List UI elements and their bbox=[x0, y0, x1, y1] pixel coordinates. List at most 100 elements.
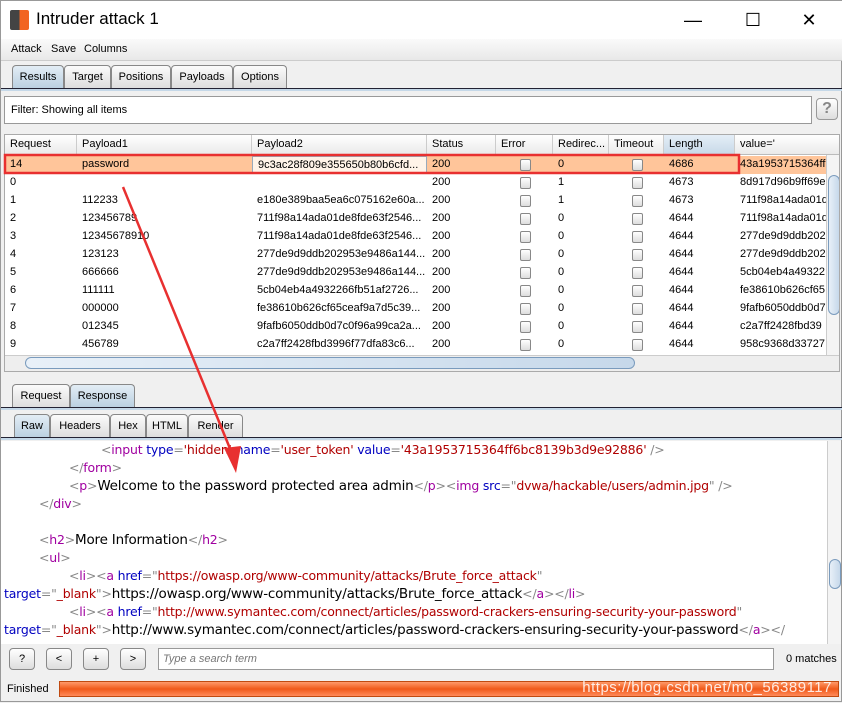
code-token: target bbox=[4, 586, 41, 601]
tab-request[interactable]: Request bbox=[12, 384, 70, 408]
close-button[interactable]: ✕ bbox=[789, 7, 829, 33]
tab-positions[interactable]: Positions bbox=[111, 65, 171, 89]
response-vertical-scrollbar[interactable] bbox=[827, 441, 841, 644]
code-token: div bbox=[53, 496, 72, 511]
tab-html[interactable]: HTML bbox=[146, 414, 188, 438]
scroll-thumb[interactable] bbox=[828, 175, 839, 315]
checkbox[interactable] bbox=[519, 249, 531, 261]
search-prev-button[interactable]: < bbox=[46, 648, 72, 670]
table-vertical-scrollbar[interactable] bbox=[826, 155, 839, 355]
checkbox[interactable] bbox=[519, 159, 531, 171]
tab-hex[interactable]: Hex bbox=[110, 414, 146, 438]
table-row[interactable]: 8 012345 9fafb6050ddb0d7c0f96a99ca2a... 200… bbox=[5, 318, 827, 336]
search-help-button[interactable]: ? bbox=[9, 648, 35, 670]
tab-results[interactable]: Results bbox=[12, 65, 64, 89]
column-header[interactable]: Length bbox=[664, 135, 735, 155]
checkbox[interactable] bbox=[631, 213, 643, 225]
column-header[interactable]: Payload2 bbox=[252, 135, 427, 155]
column-header[interactable]: Request bbox=[5, 135, 77, 155]
table-row[interactable]: 0 200 1 4673 8d917d96b9ff69e bbox=[5, 174, 827, 192]
response-scroll-thumb[interactable] bbox=[829, 559, 841, 589]
table-cell: 7 bbox=[10, 302, 17, 314]
checkbox[interactable] bbox=[519, 177, 531, 189]
column-header[interactable]: Redirec... bbox=[553, 135, 609, 155]
table-cell: 5 bbox=[10, 266, 17, 278]
h-scroll-thumb[interactable] bbox=[25, 357, 635, 369]
checkbox[interactable] bbox=[519, 213, 531, 225]
column-header[interactable]: value=' bbox=[735, 135, 839, 155]
checkbox[interactable] bbox=[631, 321, 643, 333]
tab-headers[interactable]: Headers bbox=[50, 414, 110, 438]
table-cell: 9 bbox=[10, 338, 17, 350]
table-row[interactable]: 6 111111 5cb04eb4a4932266fb51af2726... 200 0… bbox=[5, 282, 827, 300]
checkbox[interactable] bbox=[519, 195, 531, 207]
minimize-button[interactable]: — bbox=[673, 7, 713, 33]
tab-raw[interactable]: Raw bbox=[14, 414, 50, 438]
search-next-button[interactable]: > bbox=[120, 648, 146, 670]
table-row[interactable]: 1 112233 e180e389baa5ea6c075162e60a... 200 1… bbox=[5, 192, 828, 210]
checkbox[interactable] bbox=[631, 177, 643, 189]
status-text: Finished bbox=[7, 683, 49, 695]
checkbox[interactable] bbox=[631, 339, 643, 351]
table-row[interactable]: 9 456789 c2a7ff2428fbd3996f77dfa83c6... 200… bbox=[5, 336, 827, 354]
column-header[interactable]: Status bbox=[427, 135, 496, 155]
column-header[interactable]: Payload1 bbox=[77, 135, 252, 155]
menu-columns[interactable]: Columns bbox=[84, 43, 127, 55]
search-add-button[interactable]: + bbox=[83, 648, 109, 670]
checkbox[interactable] bbox=[519, 285, 531, 297]
table-cell: 6 bbox=[10, 284, 17, 296]
menu-attack[interactable]: Attack bbox=[11, 43, 42, 55]
table-cell: 8d917d96b9ff69e bbox=[740, 176, 826, 188]
code-token: https://owasp.org/www-community/attacks/… bbox=[111, 586, 523, 602]
table-cell: 200 bbox=[432, 176, 451, 188]
tab-payloads[interactable]: Payloads bbox=[171, 65, 233, 89]
code-token: > bbox=[111, 460, 122, 475]
table-cell: 0 bbox=[558, 212, 565, 224]
table-horizontal-scrollbar[interactable] bbox=[5, 355, 839, 371]
code-token: =" bbox=[141, 604, 158, 619]
checkbox[interactable] bbox=[631, 303, 643, 315]
checkbox[interactable] bbox=[631, 249, 643, 261]
detail-tab-divider bbox=[1, 407, 842, 410]
filter-bar[interactable]: Filter: Showing all items bbox=[4, 96, 812, 124]
code-token: < bbox=[69, 604, 80, 619]
code-line: <h2>More Information</h2> bbox=[39, 532, 228, 548]
table-row[interactable]: 3 12345678910 711f98a14ada01de8fde63f2546.… bbox=[5, 228, 827, 246]
tab-target[interactable]: Target bbox=[64, 65, 111, 89]
tab-response[interactable]: Response bbox=[70, 384, 135, 408]
column-header[interactable]: Timeout bbox=[609, 135, 664, 155]
checkbox[interactable] bbox=[631, 267, 643, 279]
tab-options[interactable]: Options bbox=[233, 65, 287, 89]
table-row[interactable]: 7 000000 fe38610b626cf65ceaf9a7d5c39... 200… bbox=[5, 300, 827, 318]
checkbox[interactable] bbox=[519, 321, 531, 333]
table-cell: 4644 bbox=[669, 302, 694, 314]
table-cell: 0 bbox=[558, 158, 565, 170]
code-token: </ bbox=[39, 496, 54, 511]
table-row[interactable]: 4 123123 277de9d9ddb202953e9486a144... 200 0… bbox=[5, 246, 827, 264]
code-token: =" bbox=[141, 568, 158, 583]
table-row[interactable]: 5 666666 277de9d9ddb202953e9486a144... 200 0… bbox=[5, 264, 827, 282]
table-cell: 123123 bbox=[82, 248, 119, 260]
burp-logo-icon bbox=[10, 10, 29, 30]
column-header[interactable]: Error bbox=[496, 135, 553, 155]
search-input[interactable]: Type a search term bbox=[158, 648, 774, 670]
response-raw-view[interactable]: <input type='hidden' name='user_token' v… bbox=[1, 441, 827, 644]
table-row[interactable]: 2 123456789 711f98a14ada01de8fde63f2546...… bbox=[5, 210, 828, 228]
code-token: = bbox=[390, 442, 401, 457]
checkbox[interactable] bbox=[631, 285, 643, 297]
menu-save[interactable]: Save bbox=[51, 43, 76, 55]
checkbox[interactable] bbox=[631, 159, 643, 171]
filter-help-button[interactable]: ? bbox=[816, 98, 838, 120]
code-token: > bbox=[64, 532, 76, 547]
tab-render[interactable]: Render bbox=[188, 414, 243, 438]
maximize-button[interactable]: ☐ bbox=[733, 7, 773, 33]
checkbox[interactable] bbox=[631, 195, 643, 207]
checkbox[interactable] bbox=[519, 303, 531, 315]
table-row[interactable]: 14 password 9c3ac28f809e355650b80b6cfd... 2… bbox=[5, 156, 827, 174]
checkbox[interactable] bbox=[519, 339, 531, 351]
table-cell: c2a7ff2428fbd39 bbox=[740, 320, 822, 332]
checkbox[interactable] bbox=[631, 231, 643, 243]
checkbox[interactable] bbox=[519, 267, 531, 279]
checkbox[interactable] bbox=[519, 231, 531, 243]
table-cell: 4644 bbox=[669, 266, 694, 278]
